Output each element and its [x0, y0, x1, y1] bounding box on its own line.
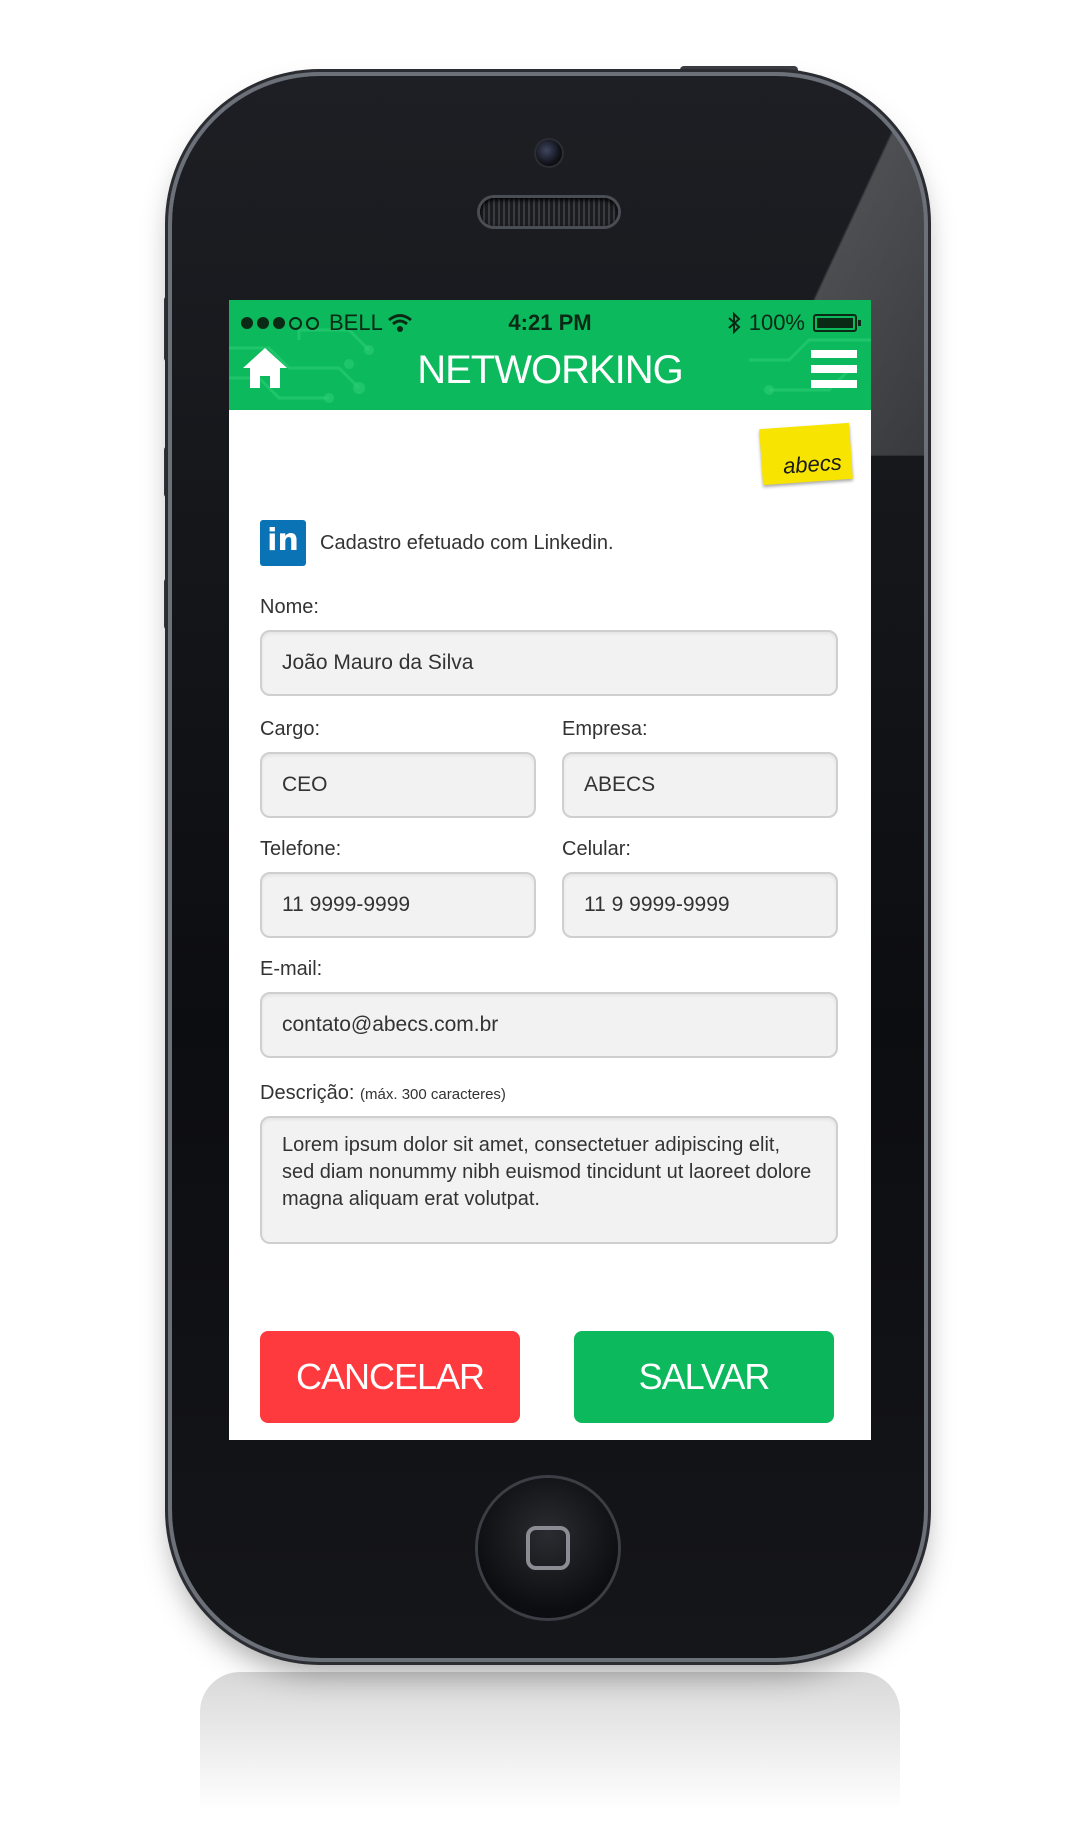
descricao-textarea[interactable]: Lorem ipsum dolor sit amet, consectetuer… [260, 1116, 838, 1244]
page-title: NETWORKING [417, 348, 684, 392]
descricao-label-text: Descrição: [260, 1082, 355, 1104]
bluetooth-icon [728, 312, 741, 334]
hamburger-menu-icon[interactable] [811, 350, 857, 388]
cancel-button[interactable]: CANCELAR [260, 1331, 520, 1423]
front-camera [536, 140, 562, 166]
descricao-hint: (máx. 300 caracteres) [360, 1086, 506, 1103]
linkedin-icon: in [260, 520, 306, 566]
empresa-label: Empresa: [562, 718, 648, 740]
linkedin-badge-text: in [267, 523, 299, 558]
phone-home-button[interactable] [478, 1478, 618, 1618]
telefone-field[interactable]: 11 9999-9999 [260, 872, 536, 938]
save-button[interactable]: SALVAR [574, 1331, 834, 1423]
logo-text: abecs [782, 449, 843, 479]
cargo-field[interactable]: CEO [260, 752, 536, 818]
home-button-square-icon [526, 1526, 570, 1570]
celular-field[interactable]: 11 9 9999-9999 [562, 872, 838, 938]
empresa-field[interactable]: ABECS [562, 752, 838, 818]
celular-label: Celular: [562, 838, 631, 860]
abecs-logo: abecs [759, 422, 853, 486]
nome-field[interactable]: João Mauro da Silva [260, 630, 838, 696]
email-field[interactable]: contato@abecs.com.br [260, 992, 838, 1058]
nome-label: Nome: [260, 596, 319, 618]
top-bar: BELL 4:21 PM 100% NETWORKING [229, 300, 871, 410]
app-screen: BELL 4:21 PM 100% NETWORKING abecs in Ca… [229, 300, 871, 1440]
email-label: E-mail: [260, 958, 323, 980]
status-right: 100% [727, 310, 861, 336]
linkedin-status-text: Cadastro efetuado com Linkedin. [320, 532, 614, 554]
descricao-label: Descrição: (máx. 300 caracteres) [260, 1082, 506, 1105]
phone-reflection [200, 1672, 900, 1845]
battery-icon [813, 314, 861, 332]
cargo-label: Cargo: [260, 718, 321, 740]
battery-percent: 100% [748, 310, 805, 335]
power-button [680, 66, 798, 76]
earpiece-speaker [480, 198, 618, 226]
status-bar: BELL 4:21 PM 100% [229, 308, 871, 338]
telefone-label: Telefone: [260, 838, 342, 860]
